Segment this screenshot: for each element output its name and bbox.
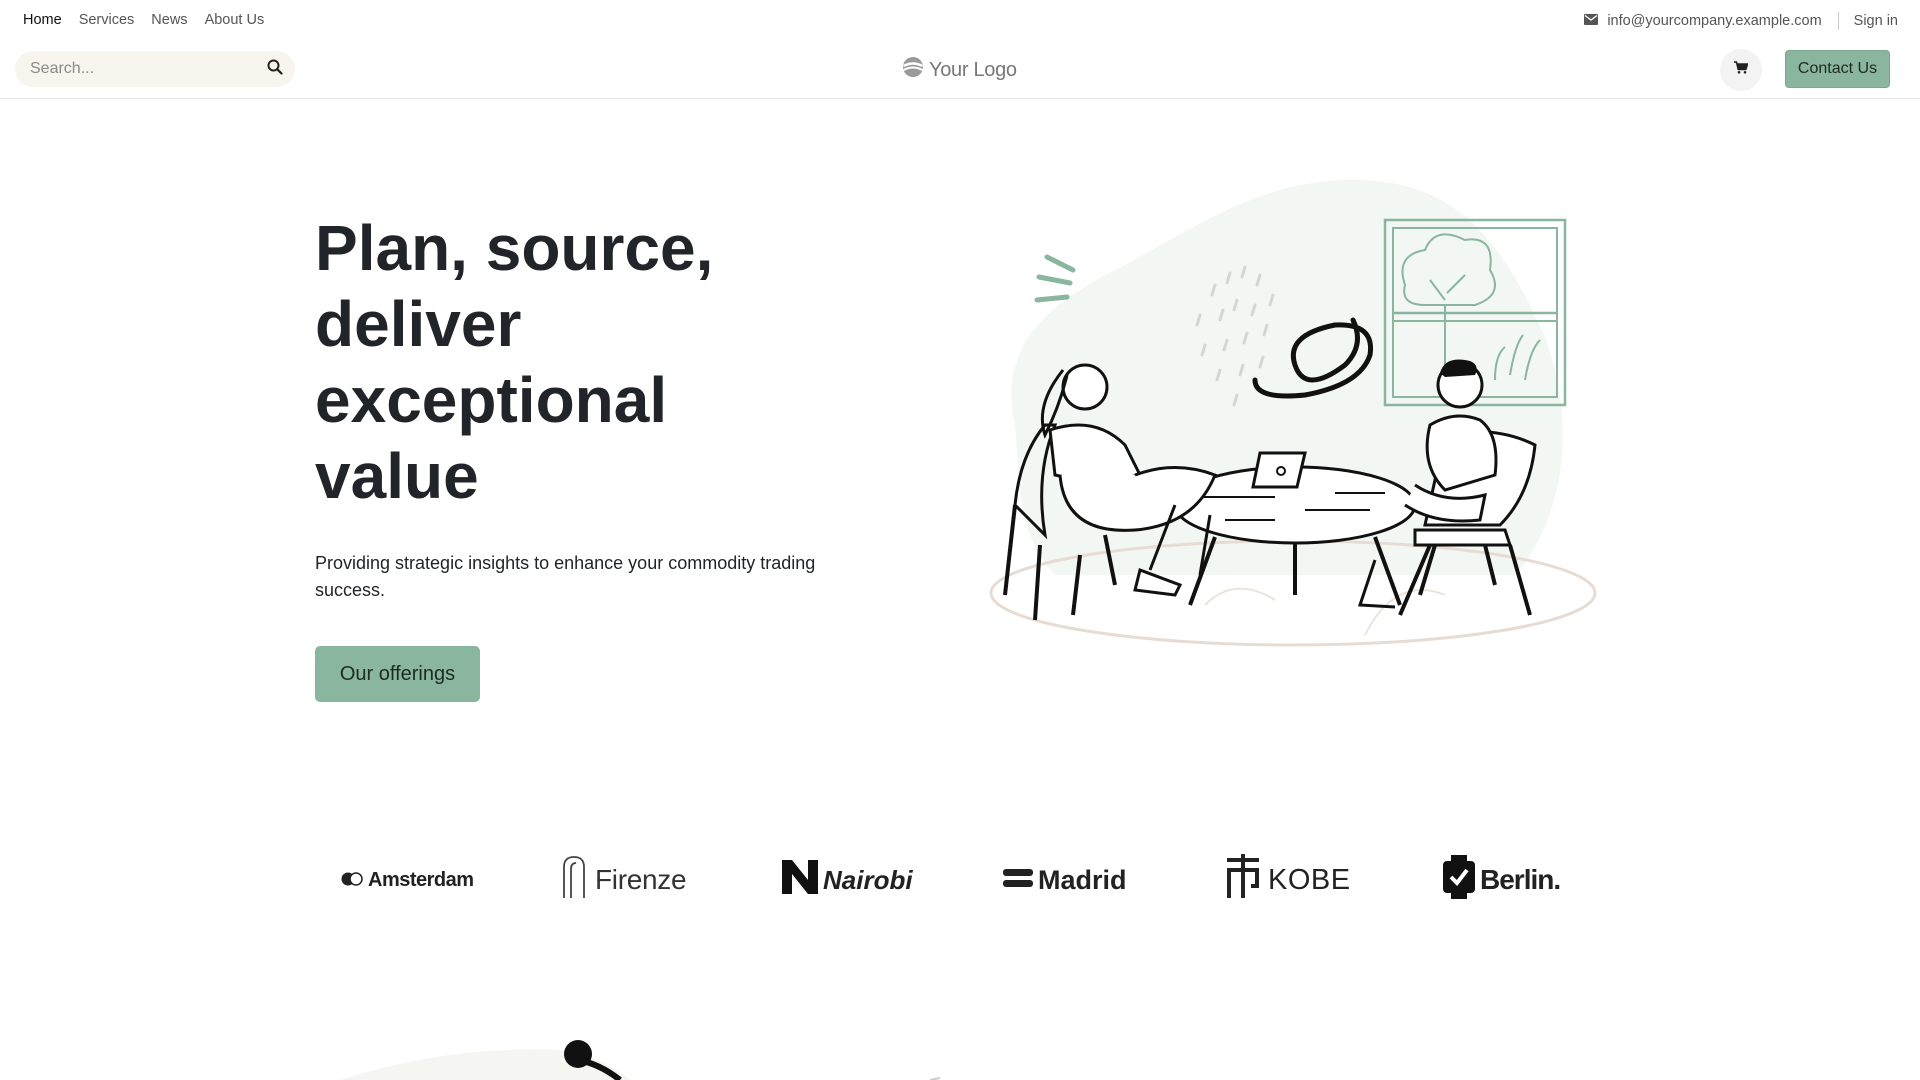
kobe-mark-icon [1223, 854, 1263, 906]
city-name: Nairobi [823, 864, 913, 895]
search-icon [267, 59, 283, 80]
client-logos: Amsterdam Firenze Nairobi Madrid KOBE Be… [335, 850, 1585, 910]
city-name: KOBE [1268, 863, 1351, 896]
city-name: Berlin. [1480, 864, 1561, 895]
top-bar: Home Services News About Us info@yourcom… [0, 0, 1920, 40]
logo-amsterdam: Amsterdam [341, 850, 474, 910]
sign-in-link[interactable]: Sign in [1854, 13, 1898, 29]
envelope-icon [1584, 13, 1599, 29]
search-button[interactable] [255, 51, 295, 87]
cart-icon [1734, 61, 1749, 79]
logo[interactable]: Your Logo [902, 56, 1017, 84]
city-name: Firenze [595, 864, 687, 895]
divider [1837, 12, 1839, 30]
nav-services[interactable]: Services [79, 12, 135, 28]
search-box [15, 50, 295, 88]
hero-subtitle: Providing strategic insights to enhance … [315, 553, 816, 600]
hero-title: Plan, source, deliver exceptional value [315, 212, 714, 512]
top-right: info@yourcompany.example.com Sign in [1584, 12, 1898, 30]
madrid-mark-icon [1003, 865, 1033, 896]
logo-madrid: Madrid [1003, 850, 1127, 910]
logo-kobe: KOBE [1223, 850, 1351, 910]
nav-news[interactable]: News [151, 12, 187, 28]
section-illustration-partial [340, 1040, 941, 1080]
amsterdam-mark-icon [341, 869, 363, 892]
email-link[interactable]: info@yourcompany.example.com [1584, 13, 1822, 29]
cart-button[interactable] [1720, 49, 1762, 91]
city-name: Amsterdam [368, 868, 474, 891]
our-offerings-button[interactable]: Our offerings [315, 646, 480, 702]
nairobi-mark-icon [782, 859, 818, 901]
logo-firenze: Firenze [562, 850, 687, 910]
firenze-mark-icon [562, 855, 590, 906]
hero-illustration [989, 179, 1597, 647]
logo-text: Your Logo [929, 58, 1017, 81]
logo-berlin: Berlin. [1443, 850, 1561, 910]
logo-nairobi: Nairobi [782, 850, 913, 910]
berlin-mark-icon [1443, 854, 1475, 906]
search-input[interactable] [15, 50, 255, 88]
email-text: info@yourcompany.example.com [1607, 13, 1822, 29]
nav-about-us[interactable]: About Us [205, 12, 265, 28]
city-name: Madrid [1038, 864, 1127, 895]
top-nav: Home Services News About Us [23, 12, 264, 28]
nav-home[interactable]: Home [23, 12, 62, 28]
logo-mark-icon [902, 56, 924, 84]
header: Your Logo Contact Us [0, 40, 1920, 99]
contact-us-button[interactable]: Contact Us [1785, 50, 1890, 88]
